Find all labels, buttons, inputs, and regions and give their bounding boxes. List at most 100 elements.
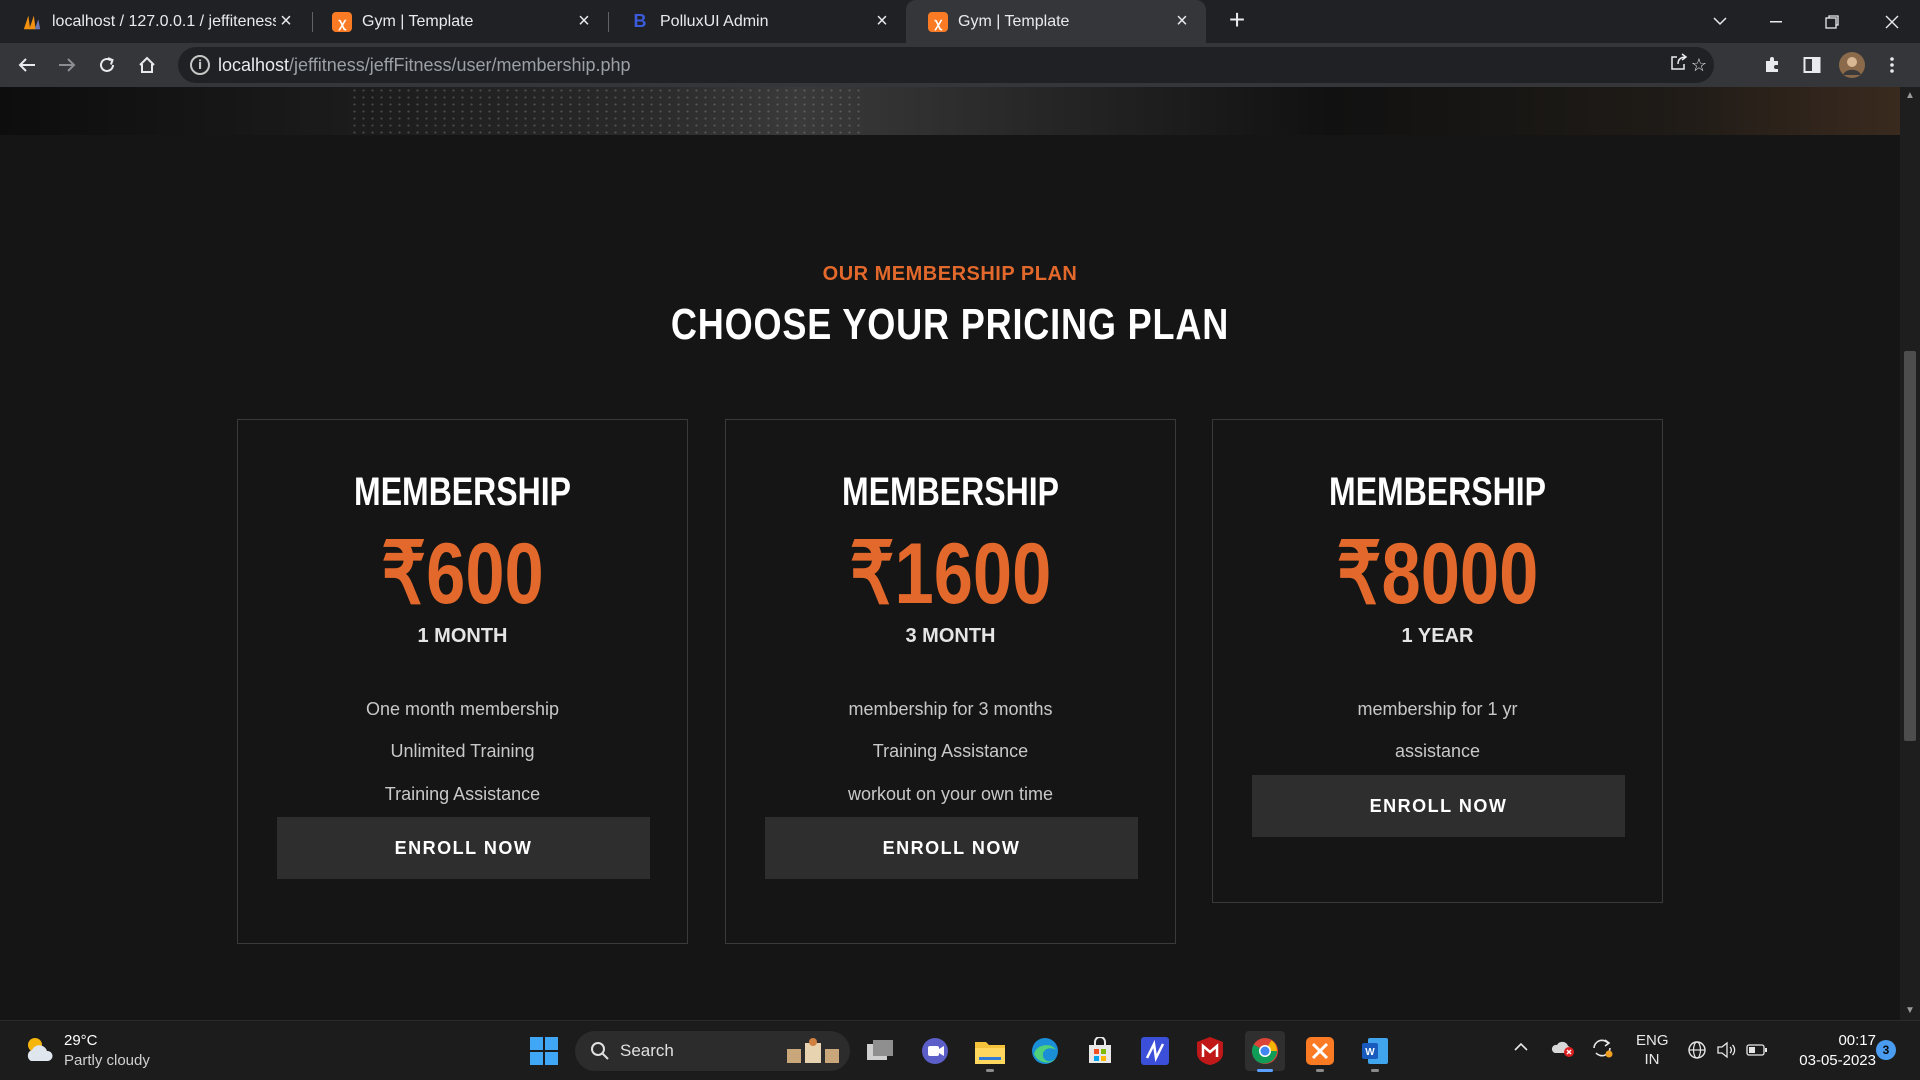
plan-feature: One month membership [365,699,560,719]
clock-date[interactable]: 03-05-2023 [1786,1052,1876,1069]
search-icon [590,1041,610,1066]
tab-title: PolluxUI Admin [660,12,769,30]
phpmyadmin-icon [22,12,42,32]
show-hidden-icons-chevron-icon[interactable] [1513,1039,1529,1056]
close-icon[interactable]: × [872,10,892,33]
profile-avatar[interactable] [1837,50,1867,80]
plan-feature: assistance [1394,741,1481,761]
search-highlight-icon [785,1037,841,1070]
enroll-now-button[interactable]: ENROLL NOW [277,817,650,879]
close-icon[interactable]: × [276,10,296,33]
mcafee-icon[interactable] [1190,1031,1230,1071]
svg-text:W: W [1365,1047,1375,1058]
back-arrow-icon[interactable] [12,50,42,80]
network-globe-icon[interactable] [1687,1040,1707,1064]
close-icon[interactable]: × [1172,10,1192,33]
plan-period: 1 MONTH [417,625,508,647]
site-info-icon[interactable]: i [190,55,210,75]
partly-cloudy-icon[interactable] [22,1033,56,1067]
language-indicator[interactable]: ENG IN [1636,1032,1669,1068]
close-icon[interactable]: × [574,10,594,33]
scrollbar-thumb[interactable] [1904,351,1916,741]
volume-speaker-icon[interactable] [1716,1040,1738,1064]
search-label: Search [620,1041,674,1060]
active-indicator [1257,1069,1273,1072]
weather-temperature[interactable]: 29°C [64,1032,98,1049]
home-icon[interactable] [132,50,162,80]
address-bar[interactable]: i localhost/jeffitness/jeffFitness/user/… [178,47,1714,83]
weather-description[interactable]: Partly cloudy [64,1052,150,1069]
windows-taskbar: 29°C Partly cloudy Search W ENG IN 00:17… [0,1020,1920,1080]
microsoft-store-icon[interactable] [1080,1031,1120,1071]
tab-gym-template[interactable]: ꭓ Gym | Template × [310,0,608,43]
hero-texture [350,87,860,135]
browser-toolbar: i localhost/jeffitness/jeffFitness/user/… [0,43,1920,87]
sync-icon[interactable] [1590,1037,1614,1063]
word-icon[interactable]: W [1355,1031,1395,1072]
running-indicator [1316,1069,1324,1072]
running-indicator [1371,1069,1379,1072]
page-content: OUR MEMBERSHIP PLAN CHOOSE YOUR PRICING … [0,87,1900,1020]
pricing-card-3-month: MEMBERSHIP ₹1600 3 MONTH membership for … [725,419,1176,944]
enroll-now-button[interactable]: ENROLL NOW [765,817,1138,879]
task-view-icon[interactable] [860,1031,900,1071]
language-code: ENG [1636,1032,1669,1049]
plan-feature: Training Assistance [872,741,1029,761]
reload-icon[interactable] [92,50,122,80]
hero-image-bottom [0,87,1900,135]
tab-title: localhost / 127.0.0.1 / jeffiteness [52,12,276,30]
section-title: CHOOSE YOUR PRICING PLAN [670,300,1230,349]
enroll-now-button[interactable]: ENROLL NOW [1252,775,1625,837]
running-indicator [986,1069,994,1072]
new-tab-button[interactable]: + [1222,6,1252,36]
tab-title: Gym | Template [958,12,1070,30]
plan-feature: Training Assistance [384,784,541,804]
plan-feature: membership for 1 yr [1357,699,1518,719]
plan-price: ₹1600 [849,526,1052,622]
language-region: IN [1644,1051,1660,1068]
plan-period: 3 MONTH [905,625,996,647]
restore-button[interactable] [1804,0,1860,43]
plan-name: MEMBERSHIP [354,470,571,514]
tab-polluxui-admin[interactable]: B PolluxUI Admin × [608,0,906,43]
teams-chat-icon[interactable] [915,1031,955,1071]
pricing-card-1-month: MEMBERSHIP ₹600 1 MONTH One month member… [237,419,688,944]
plan-period: 1 YEAR [1401,625,1474,647]
section-subtitle: OUR MEMBERSHIP PLAN [822,263,1078,285]
scroll-down-arrow-icon[interactable]: ▼ [1900,1004,1920,1018]
plan-feature: Unlimited Training [390,741,535,761]
forward-arrow-icon[interactable] [52,50,82,80]
close-window-button[interactable] [1864,0,1920,43]
xampp-icon: ꭓ [332,11,352,32]
chrome-browser-icon[interactable] [1245,1031,1285,1072]
plan-price: ₹8000 [1336,526,1539,622]
pricing-card-1-year: MEMBERSHIP ₹8000 1 YEAR membership for 1… [1212,419,1663,903]
bookmark-star-icon[interactable]: ☆ [1687,53,1711,77]
edge-browser-icon[interactable] [1025,1031,1065,1071]
notification-badge[interactable]: 3 [1876,1040,1896,1060]
windows-start-icon[interactable] [524,1031,564,1071]
url-text[interactable]: localhost/jeffitness/jeffFitness/user/me… [218,55,631,76]
plan-name: MEMBERSHIP [1329,470,1546,514]
tab-gym-template-active[interactable]: ꭓ Gym | Template × [906,0,1206,43]
minimize-button[interactable] [1748,0,1804,43]
tab-search-chevron-icon[interactable] [1692,0,1748,43]
xampp-icon[interactable] [1300,1031,1340,1072]
battery-icon[interactable] [1746,1043,1768,1061]
tab-phpmyadmin[interactable]: localhost / 127.0.0.1 / jeffiteness × [0,0,310,43]
plan-price: ₹600 [381,526,544,622]
side-panel-icon[interactable] [1797,50,1827,80]
plan-name: MEMBERSHIP [842,470,1059,514]
clock-time[interactable]: 00:17 [1820,1032,1876,1049]
onedrive-error-icon[interactable] [1551,1039,1575,1061]
bootstrap-icon: B [633,11,647,31]
menu-kebab-icon[interactable] [1877,50,1907,80]
scroll-up-arrow-icon[interactable]: ▲ [1900,89,1920,103]
vs-code-app-icon[interactable] [1135,1031,1175,1071]
extensions-puzzle-icon[interactable] [1757,50,1787,80]
taskbar-search[interactable]: Search [575,1031,850,1071]
url-path: /jeffitness/jeffFitness/user/membership.… [289,55,631,75]
plan-feature: workout on your own time [847,784,1054,804]
page-scrollbar[interactable]: ▲ ▼ [1900,87,1920,1020]
file-explorer-icon[interactable] [970,1031,1010,1072]
